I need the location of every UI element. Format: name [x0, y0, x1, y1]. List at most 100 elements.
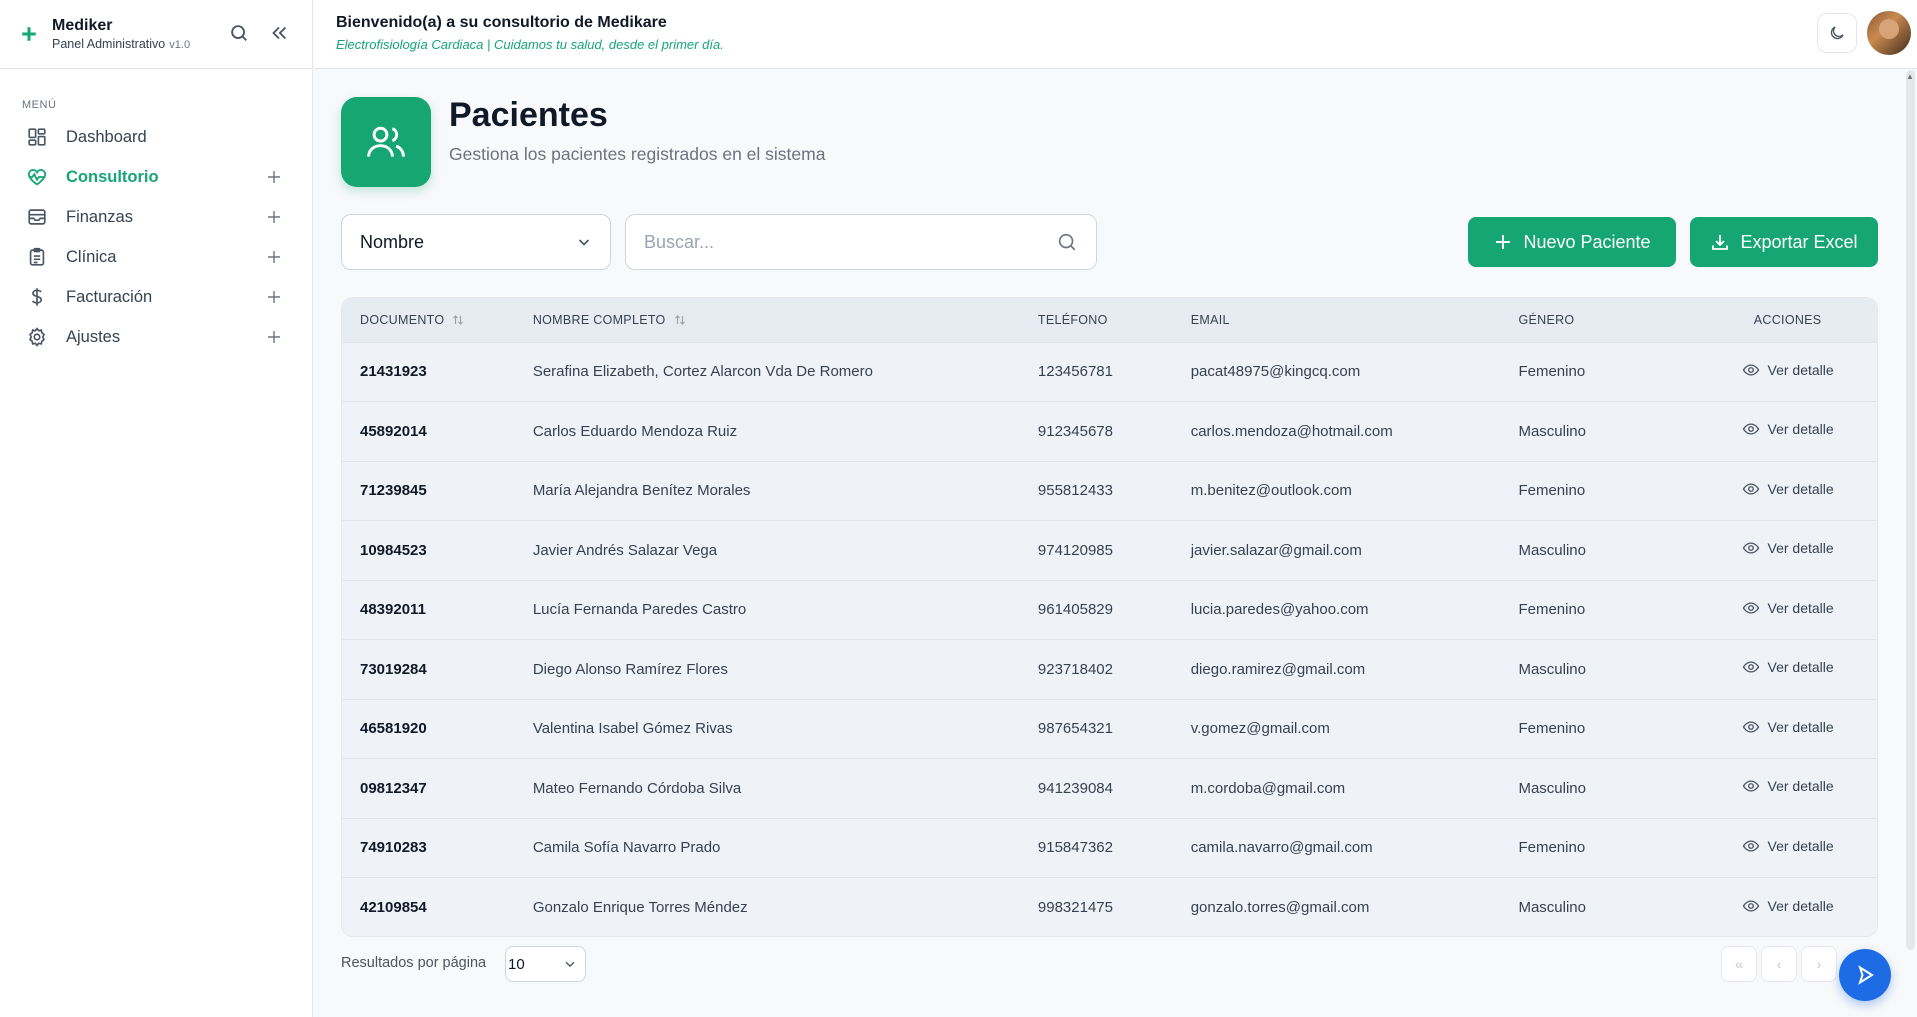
cell-acciones: Ver detalle [1698, 640, 1877, 700]
sidebar-item-ajustes[interactable]: Ajustes [0, 317, 312, 357]
table-row: 48392011 Lucía Fernanda Paredes Castro 961… [342, 580, 1877, 640]
cell-email: m.benitez@outlook.com [1190, 482, 1352, 500]
gear-icon [29, 327, 45, 347]
cell-nombre: Javier Andrés Salazar Vega [532, 541, 718, 559]
sidebar-item-clinica[interactable]: Clínica [0, 237, 312, 277]
cell-acciones: Ver detalle [1698, 461, 1877, 521]
cell-telefono: 955812433 [1037, 482, 1113, 500]
filter-field-select[interactable]: Nombre [341, 214, 611, 270]
expand-plus-icon[interactable] [266, 249, 282, 265]
table-row: 21431923 Serafina Elizabeth, Cortez Alarc… [342, 342, 1877, 402]
export-excel-button[interactable]: Exportar Excel [1690, 217, 1878, 267]
new-patient-label: Nuevo Paciente [1523, 231, 1651, 252]
sidebar-item-dashboard[interactable]: Dashboard [0, 117, 312, 157]
first-page-button[interactable]: « [1721, 946, 1757, 982]
theme-toggle-button[interactable] [1817, 13, 1857, 53]
cell-documento: 46581920 [360, 720, 427, 738]
welcome-text: Bienvenido(a) a su consultorio de Medika… [336, 14, 667, 31]
scrollbar[interactable] [1906, 70, 1915, 950]
column-header-telefono: TELÉFONO [1037, 312, 1108, 327]
dashboard-icon [28, 128, 46, 146]
column-header-documento[interactable]: DOCUMENTO [342, 298, 533, 342]
sidebar-item-finanzas[interactable]: Finanzas [0, 197, 312, 237]
expand-plus-icon[interactable] [266, 329, 282, 345]
brand-name: Mediker [52, 17, 113, 34]
view-detail-label: Ver detalle [1767, 540, 1834, 557]
cell-telefono: 912345678 [1037, 422, 1113, 440]
cell-nombre: Mateo Fernando Córdoba Silva [532, 779, 742, 797]
expand-plus-icon[interactable] [266, 169, 282, 185]
cell-nombre: Camila Sofía Navarro Prado [532, 839, 721, 857]
sidebar-item-consultorio[interactable]: Consultorio [0, 157, 312, 197]
sort-icon[interactable] [674, 314, 686, 326]
cell-acciones: Ver detalle [1698, 580, 1877, 640]
cell-email: m.cordoba@gmail.com [1190, 779, 1346, 797]
sidebar-item-label: Finanzas [66, 207, 133, 226]
view-detail-button[interactable]: Ver detalle [1742, 539, 1834, 557]
cell-documento: 21431923 [360, 363, 427, 381]
avatar[interactable] [1867, 11, 1911, 55]
view-detail-button[interactable]: Ver detalle [1742, 837, 1834, 855]
sidebar-item-facturacion[interactable]: Facturación [0, 277, 312, 317]
table-row: 45892014 Carlos Eduardo Mendoza Ruiz 91234… [342, 401, 1877, 462]
sidebar-item-label: Dashboard [66, 127, 147, 146]
collapse-sidebar-icon[interactable] [268, 22, 290, 44]
view-detail-button[interactable]: Ver detalle [1742, 718, 1834, 736]
floating-action-button[interactable] [1839, 949, 1891, 1001]
cell-acciones: Ver detalle [1698, 878, 1877, 937]
cell-telefono: 987654321 [1037, 720, 1113, 738]
search-input[interactable] [644, 231, 1056, 253]
per-page-value: 10 [508, 955, 525, 973]
search-icon[interactable] [228, 22, 250, 44]
patients-header-icon [341, 97, 431, 187]
column-header-label: DOCUMENTO [360, 312, 445, 327]
dollar-icon [31, 288, 43, 306]
next-page-button[interactable]: › [1801, 946, 1837, 982]
view-detail-button[interactable]: Ver detalle [1742, 361, 1834, 379]
search-icon[interactable] [1056, 231, 1078, 253]
cell-nombre: Diego Alonso Ramírez Flores [532, 660, 728, 678]
per-page-select[interactable]: 10 [505, 946, 586, 982]
inbox-icon [28, 209, 46, 225]
table-header-row: DOCUMENTO NOMBRE COMPLETO TELÉFONO EMAIL… [342, 298, 1877, 342]
cell-documento: 73019284 [360, 660, 427, 678]
cell-email: camila.navarro@gmail.com [1190, 839, 1373, 857]
patients-table: DOCUMENTO NOMBRE COMPLETO TELÉFONO EMAIL… [341, 297, 1878, 937]
brand-version: v1.0 [169, 39, 191, 51]
cell-email: gonzalo.torres@gmail.com [1190, 899, 1370, 916]
page-title: Pacientes [449, 96, 608, 134]
eye-icon [1742, 423, 1759, 435]
table-row: 71239845 María Alejandra Benítez Morales 9… [342, 461, 1877, 521]
view-detail-button[interactable]: Ver detalle [1742, 599, 1834, 617]
view-detail-button[interactable]: Ver detalle [1742, 480, 1834, 498]
plus-icon [1496, 235, 1511, 249]
chevron-down-icon [565, 961, 575, 968]
cell-email: diego.ramirez@gmail.com [1190, 660, 1366, 678]
expand-plus-icon[interactable] [266, 289, 282, 305]
cell-nombre: Valentina Isabel Gómez Rivas [532, 720, 733, 738]
sidebar-item-label: Facturación [66, 287, 153, 306]
view-detail-button[interactable]: Ver detalle [1742, 897, 1834, 915]
cell-genero: Masculino [1518, 779, 1586, 797]
eye-icon [1742, 602, 1759, 614]
cell-acciones: Ver detalle [1698, 699, 1877, 759]
cell-telefono: 974120985 [1037, 541, 1113, 559]
new-patient-button[interactable]: Nuevo Paciente [1468, 217, 1676, 267]
scroll-up-icon[interactable]: ▲ [1906, 72, 1914, 81]
expand-plus-icon[interactable] [266, 209, 282, 225]
view-detail-button[interactable]: Ver detalle [1742, 777, 1834, 795]
cell-email: javier.salazar@gmail.com [1190, 541, 1362, 559]
column-header-label: NOMBRE COMPLETO [532, 312, 666, 327]
sort-icon[interactable] [452, 314, 464, 326]
cell-genero: Masculino [1518, 660, 1586, 678]
send-icon [1858, 965, 1874, 985]
view-detail-label: Ver detalle [1767, 480, 1834, 497]
cell-genero: Femenino [1518, 363, 1586, 381]
view-detail-button[interactable]: Ver detalle [1742, 658, 1834, 676]
view-detail-button[interactable]: Ver detalle [1742, 420, 1834, 438]
cell-acciones: Ver detalle [1698, 759, 1877, 819]
column-header-nombre[interactable]: NOMBRE COMPLETO [533, 298, 1038, 342]
previous-page-button[interactable]: ‹ [1761, 946, 1797, 982]
cell-nombre: Serafina Elizabeth, Cortez Alarcon Vda D… [532, 363, 873, 381]
cell-acciones: Ver detalle [1698, 402, 1877, 462]
